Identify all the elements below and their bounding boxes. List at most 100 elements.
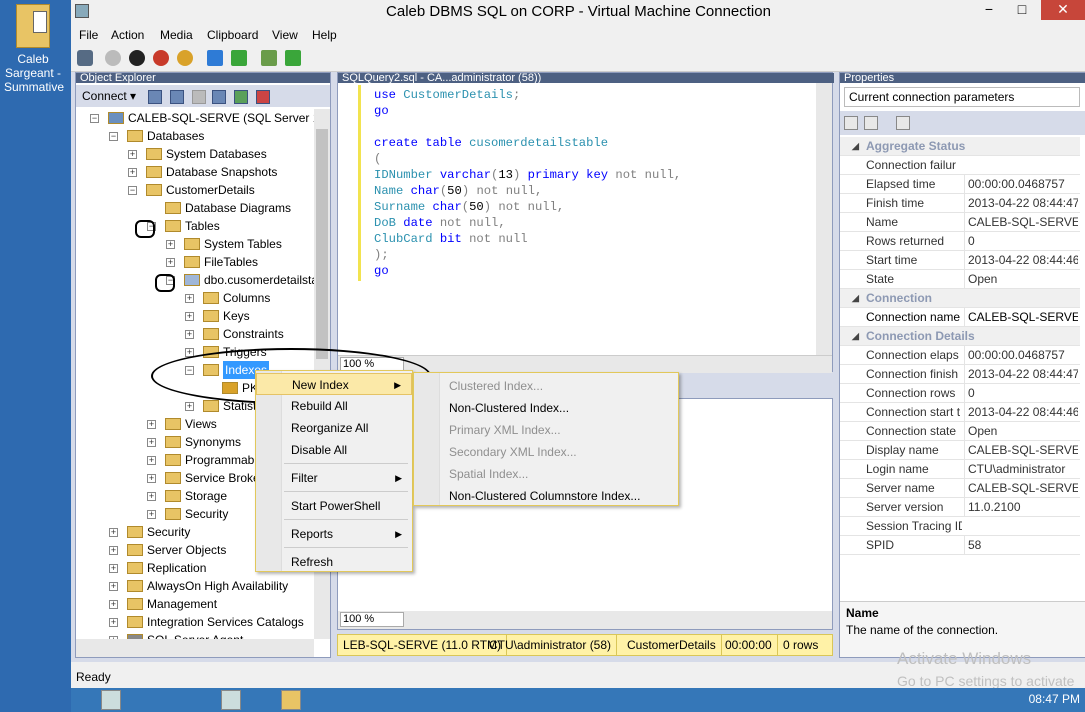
property-pages-icon[interactable] [896, 116, 910, 130]
submenu-item[interactable]: Non-Clustered Index... [414, 397, 678, 419]
property-row[interactable]: Elapsed time 00:00:00.0468757 [840, 175, 1080, 194]
minimize-button[interactable]: − [974, 0, 1004, 20]
expand-icon[interactable]: + [147, 456, 156, 465]
pause-icon[interactable] [207, 50, 223, 66]
property-row[interactable]: Finish time 2013-04-22 08:44:47 P [840, 194, 1080, 213]
expand-icon[interactable]: + [147, 420, 156, 429]
submenu-item[interactable]: Secondary XML Index... [414, 441, 678, 463]
expand-icon[interactable]: + [109, 582, 118, 591]
expand-icon[interactable]: + [166, 258, 175, 267]
property-row[interactable]: Connection state Open [840, 422, 1080, 441]
property-row[interactable]: State Open [840, 270, 1080, 289]
property-category[interactable]: ◢ Connection [840, 289, 1080, 308]
expand-icon[interactable]: + [185, 402, 194, 411]
expand-icon[interactable]: + [147, 474, 156, 483]
collapse-icon[interactable]: − [90, 114, 99, 123]
property-row[interactable]: Server version 11.0.2100 [840, 498, 1080, 517]
close-button[interactable]: ✕ [1041, 0, 1085, 20]
expand-icon[interactable]: + [109, 600, 118, 609]
property-row[interactable]: Connection finish 2013-04-22 08:44:47 P [840, 365, 1080, 384]
properties-object-combo[interactable]: Current connection parameters [844, 87, 1080, 107]
expand-icon[interactable]: + [185, 312, 194, 321]
property-row[interactable]: Connection elaps 00:00:00.0468757 [840, 346, 1080, 365]
resume-icon[interactable] [231, 50, 247, 66]
menu-view[interactable]: View [272, 28, 298, 42]
snapshot-icon[interactable] [261, 50, 277, 66]
submenu-item[interactable]: Clustered Index... [414, 375, 678, 397]
submenu-item[interactable]: Primary XML Index... [414, 419, 678, 441]
save-state-icon[interactable] [177, 50, 193, 66]
explorer-icon[interactable] [281, 690, 301, 710]
filter-icon[interactable] [212, 90, 226, 104]
menu-media[interactable]: Media [160, 28, 193, 42]
server-manager-icon[interactable] [101, 690, 121, 710]
context-menu-item[interactable]: Reports ▶ [256, 523, 412, 545]
property-category[interactable]: ◢ Aggregate Status [840, 137, 1080, 156]
expand-icon[interactable]: + [147, 510, 156, 519]
category-toggle-icon[interactable]: ◢ [852, 137, 859, 156]
property-row[interactable]: Connection failur [840, 156, 1080, 175]
object-explorer-hscroll[interactable] [76, 639, 314, 657]
expand-icon[interactable]: + [128, 168, 137, 177]
context-menu-item[interactable]: Rebuild All [256, 395, 412, 417]
property-row[interactable]: SPID 58 [840, 536, 1080, 555]
connect-dropdown[interactable]: Connect ▾ [82, 89, 136, 103]
submenu-item[interactable]: Non-Clustered Columnstore Index... [414, 485, 678, 507]
context-menu-item[interactable]: New Index ▶ [256, 373, 412, 395]
expand-icon[interactable]: + [109, 546, 118, 555]
expand-icon[interactable]: + [147, 438, 156, 447]
query-tab[interactable]: SQLQuery2.sql - CA...administrator (58)) [338, 73, 834, 83]
category-toggle-icon[interactable]: ◢ [852, 327, 859, 346]
collapse-icon[interactable]: − [128, 186, 137, 195]
property-row[interactable]: Connection nameCALEB-SQL-SERVE (C [840, 308, 1080, 327]
expand-icon[interactable]: + [147, 492, 156, 501]
property-row[interactable]: Login name CTU\administrator [840, 460, 1080, 479]
property-row[interactable]: Connection rows 0 [840, 384, 1080, 403]
connect-icon[interactable] [148, 90, 162, 104]
expand-icon[interactable]: + [109, 528, 118, 537]
context-menu-item[interactable]: Filter ▶ [256, 467, 412, 489]
property-row[interactable]: Display name CALEB-SQL-SERVE [840, 441, 1080, 460]
maximize-button[interactable]: □ [1007, 0, 1037, 20]
property-row[interactable]: Name CALEB-SQL-SERVE [840, 213, 1080, 232]
property-row[interactable]: Connection start t2013-04-22 08:44:46 P [840, 403, 1080, 422]
refresh-icon[interactable] [234, 90, 248, 104]
turn-off-icon[interactable] [129, 50, 145, 66]
menu-help[interactable]: Help [312, 28, 337, 42]
context-menu-item[interactable]: Reorganize All [256, 417, 412, 439]
category-toggle-icon[interactable]: ◢ [852, 289, 859, 308]
submenu-item[interactable]: Spatial Index... [414, 463, 678, 485]
menu-file[interactable]: File [79, 28, 98, 42]
collapse-icon[interactable]: − [109, 132, 118, 141]
property-row[interactable]: Rows returned 0 [840, 232, 1080, 251]
disconnect-icon[interactable] [170, 90, 184, 104]
editor-vscroll[interactable] [816, 83, 832, 355]
menu-action[interactable]: Action [111, 28, 144, 42]
expand-icon[interactable]: + [109, 564, 118, 573]
property-row[interactable]: Server name CALEB-SQL-SERVE [840, 479, 1080, 498]
expand-icon[interactable]: + [185, 294, 194, 303]
ctrl-alt-del-icon[interactable] [77, 50, 93, 66]
alphabetical-icon[interactable] [864, 116, 878, 130]
context-menu-item[interactable]: Refresh [256, 551, 412, 573]
context-menu-item[interactable]: Disable All [256, 439, 412, 461]
shutdown-icon[interactable] [153, 50, 169, 66]
expand-icon[interactable]: + [166, 240, 175, 249]
property-row[interactable]: Session Tracing ID [840, 517, 1080, 536]
revert-icon[interactable] [285, 50, 301, 66]
desktop-shortcut[interactable]: Caleb Sargeant - Summative [4, 4, 64, 94]
expand-icon[interactable]: + [109, 618, 118, 627]
property-row[interactable]: Start time 2013-04-22 08:44:46 P [840, 251, 1080, 270]
categorized-icon[interactable] [844, 116, 858, 130]
stop-icon[interactable] [192, 90, 206, 104]
start-icon[interactable] [105, 50, 121, 66]
expand-icon[interactable]: + [185, 330, 194, 339]
results-zoom[interactable]: 100 % [340, 612, 404, 627]
context-menu-item[interactable]: Start PowerShell [256, 495, 412, 517]
menu-clipboard[interactable]: Clipboard [207, 28, 258, 42]
expand-icon[interactable]: + [128, 150, 137, 159]
powershell-icon[interactable] [221, 690, 241, 710]
sql-code[interactable]: use CustomerDetails; go create table cusom… [374, 87, 814, 279]
property-category[interactable]: ◢ Connection Details [840, 327, 1080, 346]
collapse-icon[interactable] [256, 90, 270, 104]
